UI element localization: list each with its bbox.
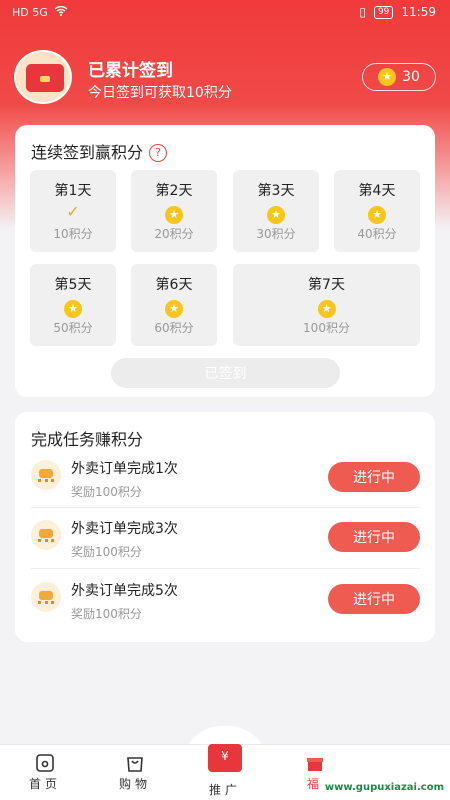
divider (31, 507, 420, 508)
day-4-tile[interactable]: 第4天 ★ 40积分 (334, 170, 420, 252)
watermark-url: www.gupuxiazai.com (324, 782, 444, 793)
scooter-icon (31, 460, 61, 490)
task-reward: 奖励100积分 (71, 545, 142, 559)
tasks-title: 完成任务赚积分 (31, 430, 144, 449)
home-icon (36, 754, 54, 772)
day-points: 20积分 (154, 227, 194, 241)
day-6-tile[interactable]: 第6天 ★ 60积分 (131, 264, 217, 346)
checkin-header: 已累计签到 今日签到可获取10积分 ★ 30 (14, 50, 436, 106)
shopping-bag-icon (127, 757, 143, 772)
signed-in-button[interactable]: 已签到 (111, 358, 340, 388)
task-row: 外卖订单完成5次 奖励100积分 进行中 (31, 572, 420, 632)
day-label: 第2天 (155, 183, 193, 199)
tab-home[interactable]: 首页 (0, 745, 90, 800)
day-1-tile[interactable]: 第1天 ✓ 10积分 (30, 170, 116, 252)
divider (31, 568, 420, 569)
task-row: 外卖订单完成1次 奖励100积分 进行中 (31, 450, 420, 510)
coin-icon: ★ (368, 206, 386, 224)
checkmark-icon: ✓ (66, 202, 80, 221)
scooter-icon (31, 582, 61, 612)
day-label: 第1天 (54, 183, 92, 199)
tab-shopping[interactable]: 购物 (90, 745, 180, 800)
network-indicator: HD 5G (12, 6, 48, 19)
today-reward-text: 今日签到可获取10积分 (88, 85, 232, 101)
day-3-tile[interactable]: 第3天 ★ 30积分 (233, 170, 319, 252)
task-progress-button[interactable]: 进行中 (328, 462, 420, 492)
checkin-title: 连续签到赢积分? (31, 139, 168, 163)
checkin-card: 连续签到赢积分? 第1天 ✓ 10积分 第2天 ★ 20积分 第3天 ★ 30积… (15, 125, 435, 397)
points-balance-button[interactable]: ★ 30 (362, 63, 436, 91)
tab-label: 购物 (118, 777, 151, 791)
day-points: 100积分 (303, 321, 350, 335)
day-points: 60积分 (154, 321, 194, 335)
day-label: 第6天 (155, 277, 193, 293)
task-progress-button[interactable]: 进行中 (328, 584, 420, 614)
day-points: 40积分 (357, 227, 397, 241)
red-envelope-icon (14, 50, 72, 104)
day-label: 第5天 (54, 277, 92, 293)
task-reward: 奖励100积分 (71, 607, 142, 621)
watermark: 谷普软件园 www.gupuxiazai.com (312, 752, 444, 796)
day-points: 50积分 (53, 321, 93, 335)
day-points: 10积分 (53, 227, 93, 241)
day-5-tile[interactable]: 第5天 ★ 50积分 (30, 264, 116, 346)
day-label: 第7天 (308, 277, 345, 293)
tasks-card: 完成任务赚积分 外卖订单完成1次 奖励100积分 进行中 外卖订单完成3次 奖励… (15, 412, 435, 642)
day-label: 第4天 (358, 183, 396, 199)
help-icon[interactable]: ? (149, 144, 168, 162)
points-balance: 30 (402, 69, 420, 85)
total-checkin-title: 已累计签到 (88, 61, 173, 81)
coin-icon: ★ (317, 300, 336, 318)
coin-icon: ★ (165, 300, 183, 318)
coin-icon: ★ (64, 300, 82, 318)
task-reward: 奖励100积分 (71, 485, 142, 499)
task-progress-button[interactable]: 进行中 (328, 522, 420, 552)
coin-icon: ★ (267, 206, 285, 224)
vibrate-icon: ▯ (359, 5, 366, 19)
task-name: 外卖订单完成5次 (71, 583, 178, 599)
status-bar: HD 5G ▯ 99 11:59 (0, 0, 450, 26)
tab-label: 推广 (208, 783, 241, 797)
task-name: 外卖订单完成3次 (71, 521, 178, 537)
checkin-title-text: 连续签到赢积分 (31, 143, 144, 162)
coin-icon: ★ (165, 206, 183, 224)
watermark-text: 谷普软件园 (339, 756, 444, 781)
clock: 11:59 (401, 5, 436, 19)
task-row: 外卖订单完成3次 奖励100积分 进行中 (31, 510, 420, 570)
battery-icon: 99 (373, 5, 394, 19)
day-points: 30积分 (256, 227, 296, 241)
day-2-tile[interactable]: 第2天 ★ 20积分 (131, 170, 217, 252)
promotion-icon[interactable]: ¥ (208, 744, 242, 772)
task-name: 外卖订单完成1次 (71, 461, 178, 477)
scooter-icon (31, 520, 61, 550)
tab-label: 首页 (28, 777, 61, 791)
wifi-icon (54, 5, 68, 19)
day-label: 第3天 (257, 183, 295, 199)
coin-icon: ★ (378, 68, 397, 86)
day-7-tile[interactable]: 第7天 ★ 100积分 (233, 264, 420, 346)
